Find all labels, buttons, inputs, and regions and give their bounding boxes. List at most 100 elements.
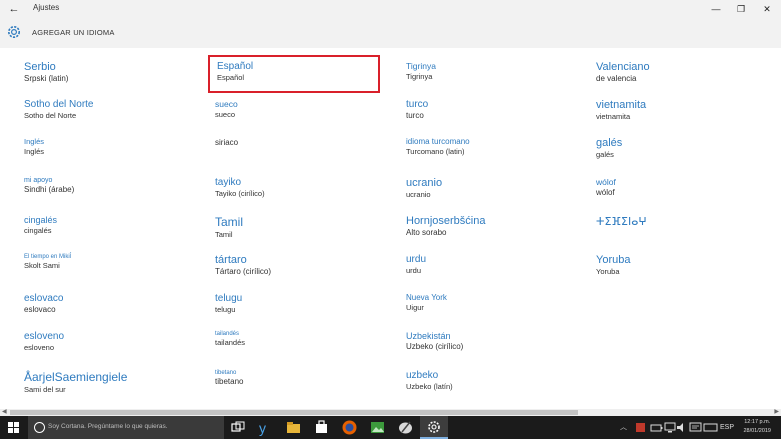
- language-item[interactable]: tibetano tibetano: [215, 370, 243, 386]
- language-item[interactable]: Español Español: [208, 55, 380, 93]
- language-item[interactable]: Yoruba Yoruba: [596, 254, 630, 276]
- file-explorer-icon[interactable]: [285, 419, 302, 436]
- clock-date: 28/01/2019: [743, 428, 771, 434]
- language-native-name: Skolt Sami: [24, 261, 60, 270]
- language-name: tibetano: [215, 370, 237, 376]
- windows-start-icon[interactable]: [0, 416, 28, 439]
- horizontal-scrollbar[interactable]: ◀ ▶: [0, 409, 781, 416]
- language-item[interactable]: esloveno esloveno: [24, 331, 64, 352]
- language-name: Uzbekistán: [406, 331, 451, 341]
- language-item[interactable]: mi apoyo Sindhi (árabe): [24, 177, 74, 194]
- language-item[interactable]: Tigrinya Tigrinya: [406, 61, 436, 81]
- maximize-button[interactable]: ❐: [731, 2, 751, 16]
- language-item[interactable]: telugu telugu: [215, 293, 242, 314]
- language-native-name: Uzbeko (cirílico): [406, 342, 464, 351]
- input-language-indicator[interactable]: ESP: [720, 416, 734, 439]
- language-item[interactable]: cingalés cingalés: [24, 215, 57, 235]
- language-item[interactable]: Uzbekistán Uzbeko (cirílico): [406, 331, 463, 351]
- language-native-name: Sindhi (árabe): [24, 185, 75, 194]
- language-name: ucranio: [406, 177, 443, 189]
- language-native-name: Turcomano (latin): [406, 147, 465, 156]
- language-item[interactable]: Hornjoserbšćina Alto sorabo: [406, 215, 485, 237]
- language-native-name: Inglés: [24, 147, 45, 156]
- language-name: vietnamita: [596, 99, 647, 111]
- task-view-icon[interactable]: [229, 419, 246, 436]
- language-name: tailandés: [215, 331, 240, 337]
- language-item[interactable]: Tamil Tamil: [215, 215, 243, 239]
- close-button[interactable]: ✕: [757, 2, 777, 16]
- yahoo-app-icon[interactable]: y: [256, 419, 273, 436]
- language-native-name: tailandés: [215, 338, 246, 347]
- language-name: ⵜⵉⴼⵉⵏⴰⵖ: [596, 216, 647, 228]
- system-clock[interactable]: 12:17 p.m. 28/01/2019: [743, 418, 771, 436]
- window-title: Ajustes: [33, 3, 60, 12]
- language-native-name: Alto sorabo: [406, 228, 447, 237]
- keyboard-icon[interactable]: [702, 419, 719, 436]
- language-item[interactable]: ⵜⵉⴼⵉⵏⴰⵖ: [596, 215, 647, 229]
- language-name: Serbio: [24, 61, 56, 73]
- language-name: Tamil: [215, 215, 244, 229]
- language-native-name: cingalés: [24, 226, 52, 235]
- language-native-name: Srpski (latin): [24, 74, 69, 83]
- scroll-right-icon[interactable]: ▶: [774, 409, 779, 416]
- language-item[interactable]: galés galés: [596, 137, 622, 159]
- language-item[interactable]: El tiempo en Mikiĺ Skolt Sami: [24, 254, 71, 270]
- settings-taskbar-button[interactable]: [420, 416, 448, 439]
- page-header: AGREGAR UN IDIOMA: [0, 18, 781, 48]
- language-item[interactable]: tailandés tailandés: [215, 331, 245, 347]
- language-native-name: wólof: [596, 188, 615, 197]
- antivirus-tray-icon[interactable]: [632, 419, 649, 436]
- language-item[interactable]: tártaro Tártaro (cirílico): [215, 254, 271, 276]
- taskbar: Soy Cortana. Pregúntame lo que quieras. …: [0, 416, 781, 439]
- language-native-name: urdu: [406, 266, 422, 275]
- language-name: cingalés: [24, 215, 58, 225]
- language-native-name: Sotho del Norte: [24, 111, 77, 120]
- language-name: turco: [406, 99, 429, 110]
- language-item[interactable]: ucranio ucranio: [406, 177, 442, 199]
- photos-app-icon[interactable]: [369, 419, 386, 436]
- language-item[interactable]: Valenciano de valencia: [596, 61, 650, 83]
- language-item[interactable]: wólof wólof: [596, 177, 616, 197]
- language-name: tártaro: [215, 254, 247, 266]
- language-item[interactable]: uzbeko Uzbeko (latín): [406, 370, 453, 391]
- cortana-search-box[interactable]: Soy Cortana. Pregúntame lo que quieras.: [28, 416, 224, 439]
- language-name: Español: [217, 61, 254, 72]
- language-name: Yoruba: [596, 254, 631, 266]
- language-item[interactable]: Inglés Inglés: [24, 137, 44, 156]
- minimize-button[interactable]: —: [706, 2, 726, 16]
- language-native-name: Uzbeko (latín): [406, 382, 453, 391]
- settings-window: ← Ajustes — ❐ ✕ AGREGAR UN IDIOMA Serbio…: [0, 0, 781, 439]
- scrollbar-thumb[interactable]: [10, 410, 578, 415]
- language-item[interactable]: Sotho del Norte Sotho del Norte: [24, 99, 94, 120]
- language-item[interactable]: eslovaco eslovaco: [24, 293, 63, 314]
- language-item[interactable]: Nueva York Uigur: [406, 293, 447, 312]
- language-native-name: galés: [596, 150, 614, 159]
- store-icon[interactable]: [313, 419, 330, 436]
- language-item[interactable]: sueco sueco: [215, 99, 238, 119]
- language-item[interactable]: urdu urdu: [406, 254, 426, 275]
- language-item[interactable]: vietnamita vietnamita: [596, 99, 646, 121]
- language-item[interactable]: ÅarjelSaemiengiele Sami del sur: [24, 370, 127, 394]
- language-item[interactable]: siriaco: [215, 137, 238, 147]
- firefox-icon[interactable]: [341, 419, 358, 436]
- language-item[interactable]: turco turco: [406, 99, 428, 120]
- language-name: urdu: [406, 254, 427, 265]
- scroll-left-icon[interactable]: ◀: [2, 409, 7, 416]
- back-arrow-icon[interactable]: ←: [6, 2, 22, 16]
- language-item[interactable]: tayiko Tayiko (cirílico): [215, 177, 265, 198]
- language-name: sueco: [215, 99, 238, 109]
- language-native-name: Sami del sur: [24, 385, 66, 394]
- language-native-name: Uigur: [406, 303, 424, 312]
- show-hidden-icons-icon[interactable]: ︿: [620, 416, 627, 439]
- paint-app-icon[interactable]: [397, 419, 414, 436]
- search-input[interactable]: Soy Cortana. Pregúntame lo que quieras.: [48, 423, 168, 430]
- language-name: galés: [596, 137, 623, 149]
- language-item[interactable]: idioma turcomano Turcomano (latin): [406, 137, 470, 156]
- language-name: uzbeko: [406, 370, 439, 381]
- settings-gear-icon: [428, 421, 440, 433]
- language-item[interactable]: Serbio Srpski (latin): [24, 61, 68, 83]
- language-native-name: eslovaco: [24, 305, 56, 314]
- language-name: Tigrinya: [406, 61, 436, 71]
- language-name: Nueva York: [406, 293, 447, 302]
- page-title: AGREGAR UN IDIOMA: [32, 28, 115, 37]
